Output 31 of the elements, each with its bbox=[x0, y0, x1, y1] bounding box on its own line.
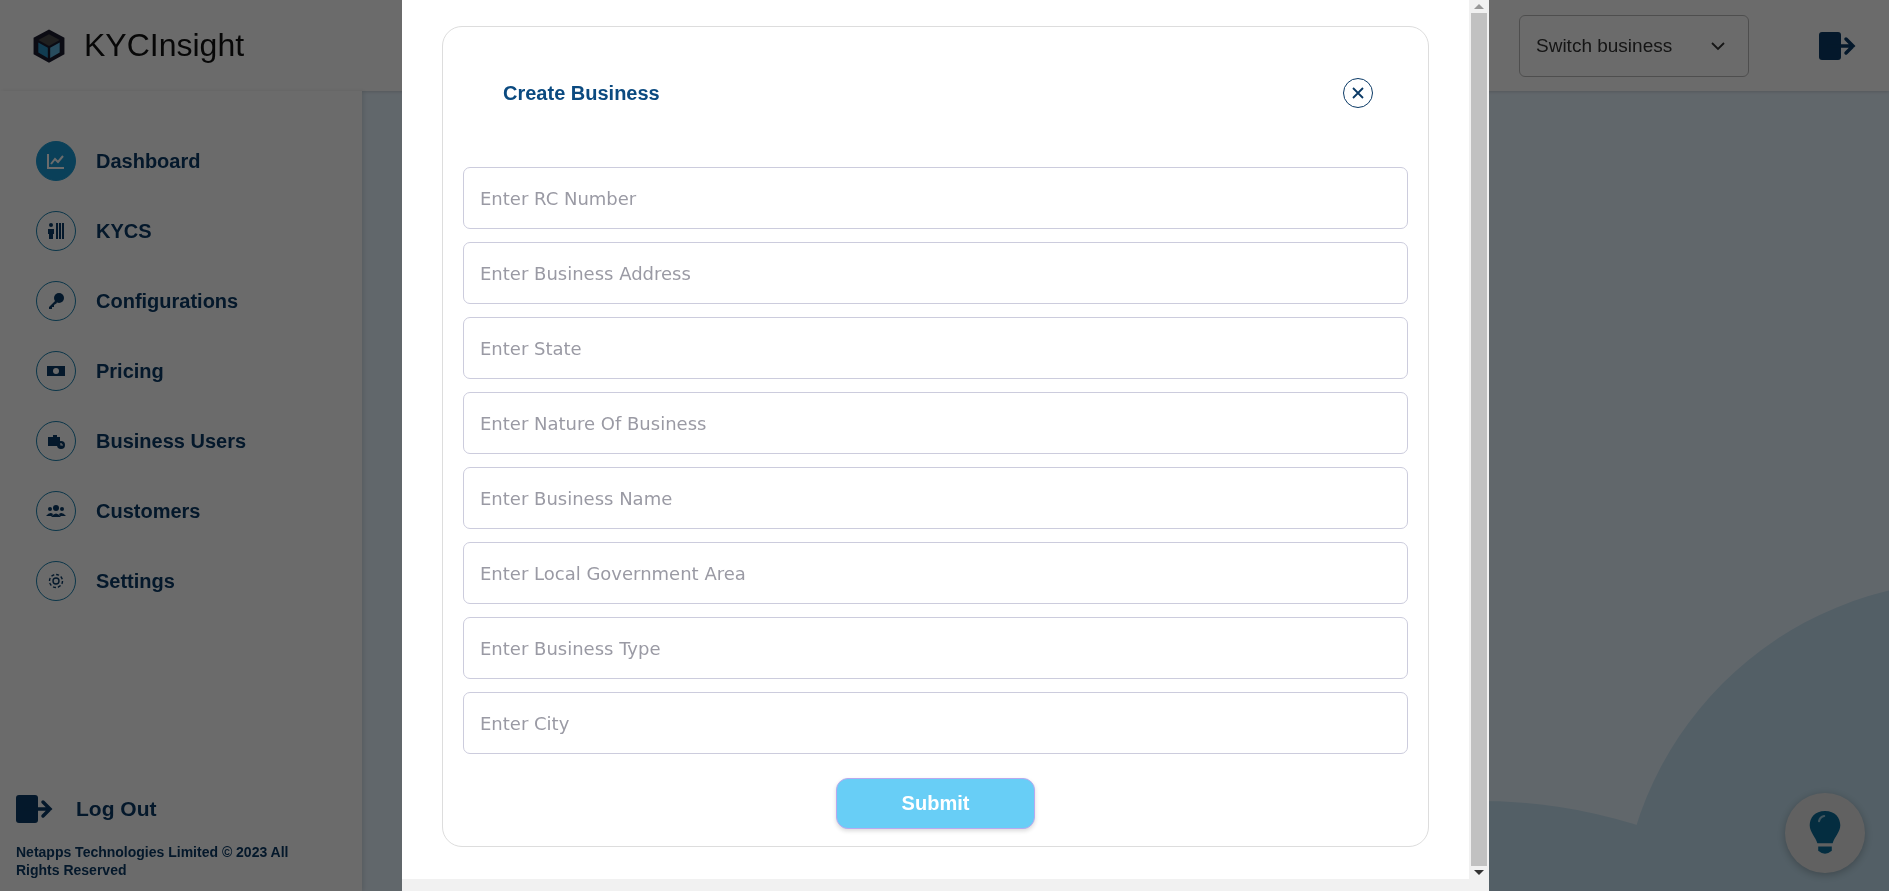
scrollbar-thumb[interactable] bbox=[1471, 13, 1487, 866]
key-icon bbox=[46, 291, 66, 311]
close-button[interactable] bbox=[1343, 78, 1373, 108]
brand-name: KYCInsight bbox=[84, 27, 245, 64]
input-field[interactable]: Enter Nature Of Business bbox=[463, 392, 1408, 454]
input-field[interactable]: Enter Business Name bbox=[463, 467, 1408, 529]
modal-title: Create Business bbox=[503, 81, 660, 105]
sidebar-item[interactable]: Settings bbox=[36, 561, 362, 601]
sidebar-item[interactable]: Dashboard bbox=[36, 141, 362, 181]
input-field[interactable]: Enter Business Type bbox=[463, 617, 1408, 679]
sidebar-item[interactable]: Customers bbox=[36, 491, 362, 531]
horizontal-scrollbar[interactable] bbox=[402, 879, 1489, 891]
input-field[interactable]: Enter Business Address bbox=[463, 242, 1408, 304]
submit-button[interactable]: Submit bbox=[836, 778, 1035, 829]
copyright-text: Netapps Technologies Limited © 2023 All Rights Reserved bbox=[16, 842, 290, 879]
input-field[interactable]: Enter Local Government Area bbox=[463, 542, 1408, 604]
people-icon bbox=[46, 221, 66, 241]
settings-icon bbox=[46, 571, 66, 591]
input-field[interactable]: Enter State bbox=[463, 317, 1408, 379]
sidebar-item[interactable]: KYCS bbox=[36, 211, 362, 251]
logout-link[interactable]: Log Out bbox=[16, 792, 346, 825]
sidebar-item[interactable]: Configurations bbox=[36, 281, 362, 321]
chart-icon bbox=[46, 151, 66, 171]
input-field[interactable]: Enter RC Number bbox=[463, 167, 1408, 229]
switch-business-dropdown[interactable]: Switch business bbox=[1519, 14, 1749, 77]
input-field[interactable]: Enter City bbox=[463, 692, 1408, 754]
sidebar-item[interactable]: Business Users bbox=[36, 421, 362, 461]
lightbulb-icon bbox=[1808, 809, 1842, 857]
sidebar-item[interactable]: Pricing bbox=[36, 351, 362, 391]
close-icon bbox=[1352, 87, 1364, 99]
vertical-scrollbar[interactable] bbox=[1469, 0, 1489, 879]
